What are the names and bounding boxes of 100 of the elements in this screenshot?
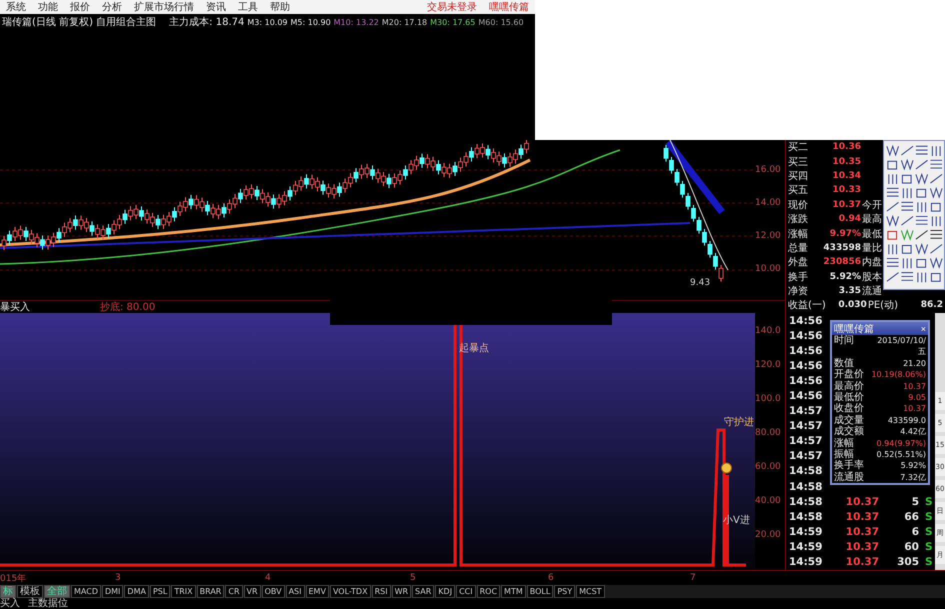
- menu-item[interactable]: 系统: [6, 0, 26, 14]
- indicator-tab[interactable]: RSI: [372, 585, 391, 598]
- tick-price: 10.37: [844, 496, 879, 508]
- chart-title: 瑞传篇(日线 前复权) 自用组合主图: [2, 16, 156, 29]
- indicator-tab[interactable]: VOL-TDX: [330, 585, 371, 598]
- indicator-tab[interactable]: MACD: [71, 585, 101, 598]
- tick-price: 10.37: [844, 510, 879, 523]
- popup-value: 21.20: [902, 358, 926, 370]
- indicator-tab[interactable]: VR: [244, 585, 261, 598]
- tick-side: S: [924, 540, 934, 553]
- quote-value: 86.2: [920, 300, 944, 310]
- indicator-tab[interactable]: TRIX: [171, 585, 196, 598]
- indicator-tab[interactable]: 全部: [44, 585, 70, 598]
- menu-link[interactable]: 交易未登录: [427, 0, 477, 14]
- tick-side: S: [924, 510, 934, 523]
- popup-value: 433599.0: [886, 414, 926, 426]
- indicator-reading: M30: 17.65: [430, 18, 476, 26]
- close-button[interactable]: ×: [920, 324, 926, 334]
- quote-label: 收益(一): [788, 299, 826, 312]
- indicator-reading: M10: 13.22: [334, 18, 379, 26]
- chart-label: 守护进: [724, 417, 754, 428]
- tick-time: 14:59: [789, 556, 824, 568]
- tick-time: 14:58: [789, 465, 824, 478]
- menu-item[interactable]: 工具: [238, 0, 258, 14]
- axis-label: 14.00: [755, 197, 782, 209]
- quote-label: 外盘: [788, 256, 809, 270]
- tick-time: 14:57: [789, 450, 824, 462]
- drawing-tools-palette[interactable]: [883, 140, 945, 290]
- quote-label: 涨幅: [788, 228, 809, 241]
- price-label: 9.43: [690, 278, 710, 288]
- tick-volume: 305: [896, 556, 919, 568]
- popup-label: 最高价: [834, 380, 865, 392]
- indicator-tab[interactable]: MCST: [576, 585, 605, 598]
- quote-value: 230856: [822, 257, 862, 268]
- axis-label: 6: [548, 573, 554, 583]
- quote-label: 今开: [862, 198, 883, 212]
- indicator-tab[interactable]: OBV: [262, 585, 285, 598]
- quote-label: 量比: [862, 242, 883, 255]
- menu-item[interactable]: 资讯: [206, 0, 226, 14]
- indicator-tab[interactable]: MTM: [501, 585, 526, 598]
- indicator-tab[interactable]: EMV: [306, 585, 329, 598]
- tick-price: 10.37: [844, 526, 879, 538]
- indicator-tab[interactable]: BRAR: [196, 585, 224, 598]
- axis-label: 3: [115, 573, 121, 583]
- tick-volume: 5: [910, 496, 919, 508]
- quote-label: 买五: [788, 184, 809, 198]
- axis-label: 40.00: [755, 495, 782, 507]
- indicator-reading: M20: 17.18: [382, 18, 428, 26]
- tick-price: 10.37: [844, 540, 879, 553]
- indicator-tab[interactable]: PSL: [150, 585, 170, 598]
- quote-label: 总量: [788, 242, 809, 255]
- quote-label: 净资: [788, 285, 809, 298]
- popup-value: 0.94(9.97%): [876, 438, 926, 450]
- menu-item[interactable]: 帮助: [270, 0, 290, 14]
- tick-time: 14:56: [789, 330, 824, 342]
- menu-item[interactable]: 报价: [70, 0, 90, 14]
- quote-label: 股本: [862, 270, 883, 284]
- tick-volume: 66: [903, 510, 919, 523]
- menu-item[interactable]: 扩展市场行情: [134, 0, 194, 14]
- menu-item[interactable]: 功能: [38, 0, 58, 14]
- indicator-tab[interactable]: DMA: [124, 585, 149, 598]
- indicator-tab[interactable]: CR: [225, 585, 243, 598]
- popup-label: 开盘价: [834, 369, 865, 380]
- status-text: 买入: [0, 598, 20, 609]
- indicator-tab[interactable]: ROC: [476, 585, 500, 598]
- tick-time: 14:59: [789, 526, 824, 538]
- popup-label: 涨幅: [834, 438, 855, 449]
- axis-label: 140.0: [755, 325, 782, 337]
- menu-item[interactable]: 分析: [102, 0, 122, 14]
- popup-label: 收盘价: [834, 403, 865, 414]
- axis-label: 10.00: [755, 263, 782, 275]
- indicator-tab[interactable]: CCI: [456, 585, 476, 598]
- indicator-tab[interactable]: PSY: [554, 585, 576, 598]
- popup-label: 数值: [834, 358, 855, 369]
- indicator-tab[interactable]: SAR: [412, 585, 434, 598]
- status-text: 主数据位: [28, 598, 68, 609]
- indicator-tab[interactable]: 标: [0, 585, 16, 598]
- popup-value: 2015/07/10/五: [876, 335, 926, 358]
- indicator-reading: M60: 15.60: [478, 18, 524, 26]
- quote-label: 现价: [788, 198, 809, 212]
- tick-side: S: [924, 496, 934, 508]
- popup-label: 时间: [834, 335, 855, 348]
- tick-time: 14:57: [789, 420, 824, 432]
- indicator-tab[interactable]: WR: [392, 585, 412, 598]
- indicator-tab[interactable]: ASI: [286, 585, 304, 598]
- indicator-tab[interactable]: DMI: [102, 585, 124, 598]
- axis-label: 80.00: [755, 427, 782, 439]
- popup-value: 10.37: [902, 380, 926, 392]
- indicator-tab[interactable]: 模板: [17, 585, 43, 598]
- quote-value: 10.34: [832, 170, 862, 181]
- tick-volume: 6: [910, 526, 919, 538]
- quote-label: 涨跌: [788, 212, 809, 226]
- axis-label: 015年: [0, 574, 26, 584]
- tick-time: 14:57: [789, 405, 824, 418]
- quote-value: 0.94: [838, 214, 862, 224]
- popup-value: 9.05: [907, 392, 926, 404]
- menu-link[interactable]: 嘿嘿传篇: [489, 0, 529, 14]
- popup-label: 换手率: [834, 460, 865, 472]
- indicator-tab[interactable]: KDJ: [435, 585, 456, 598]
- indicator-tab[interactable]: BOLL: [526, 585, 554, 598]
